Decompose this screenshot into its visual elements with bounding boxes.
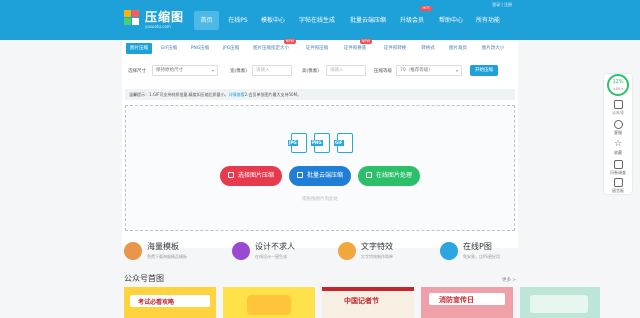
tip-text-a: 1.GIF可支持材质批量,精度如压缩后质量小。 [149,92,229,97]
new-badge: NEW [283,39,296,44]
tip-details-link[interactable]: 详情查看 [229,92,245,97]
height-label: 高(像素) [302,69,320,74]
tool-tabs: 图片压缩 GIF压缩 PNG压缩 JPG压缩 图片压缩指定大小 NEW 证件照压缩… [122,39,518,57]
headset-icon [613,120,623,129]
template-thumbnail[interactable]: 消防宣传日 [421,287,513,318]
tab-image-resize[interactable]: 图片改大小 [478,43,508,54]
top-navigation-bar: 压缩图 yasuotu.com 首页 在线PS 模板中心 字帖在线生成 批量云端… [0,0,640,40]
feature-title: 海量模板 [147,242,179,251]
nav-copybook[interactable]: 字帖在线生成 [295,11,339,30]
logo-domain: yasuotu.com [145,24,171,29]
nav-online-ps[interactable]: 在线PS [226,11,250,30]
feature-title: 文字特效 [361,242,393,251]
size-label: 选择尺寸 [128,69,146,74]
message-icon [613,178,623,187]
template-icon [124,242,142,260]
nav-batch-compress[interactable]: 批量云端压缩 [346,11,390,30]
online-image-edit-button[interactable]: 在线图片处理 [358,166,420,186]
image-icon [227,172,234,178]
chevron-down-icon: ▾ [455,68,458,73]
tab-id-photo-compress[interactable]: 证件照压缩 [302,43,332,54]
feature-desc: 免安装，比PS更好用 [463,254,500,259]
tab-jpg-compress[interactable]: JPG压缩 [218,43,244,54]
feature-title: 在线P图 [463,242,492,251]
text-effect-icon [338,242,356,260]
nav-all-features[interactable]: 所有功能 [473,11,503,30]
star-icon: ☆ [613,139,623,149]
feature-title: 设计不求人 [255,242,295,251]
png-file-icon: PNG [311,133,330,153]
feature-online-p[interactable]: 在线P图 免安装，比PS更好用 [440,240,530,264]
section-title: 公众号首图 [124,274,164,283]
qr-icon [613,100,623,109]
quality-select[interactable]: 70（推荐等级） ▾ [396,65,462,76]
side-item-survey[interactable]: 问卷调查 [604,160,632,176]
quality-label: 压缩等级 [374,69,392,74]
jpg-file-icon: JPG [288,133,307,153]
feature-design[interactable]: 设计不求人 在线设计一键生成 [232,240,332,264]
edit-icon [365,172,372,178]
tab-image-compress[interactable]: 图片压缩 [126,43,152,54]
photo-edit-icon [440,242,458,260]
logo-text: 压缩图 [145,10,185,24]
nav-help-center[interactable]: 帮助中心 [436,11,466,30]
cloud-icon [296,172,303,178]
tab-id-photo-background[interactable]: 证件照换底 NEW [340,39,372,54]
batch-cloud-compress-button[interactable]: 批量云端压缩 [289,166,351,186]
side-item-messages[interactable]: 留言板 [604,178,632,194]
start-compress-button[interactable]: 开始压缩 [470,65,498,76]
chevron-down-icon: ▾ [211,68,214,73]
side-item-support[interactable]: 客服 [604,120,632,136]
feature-desc: 文字特效制作简单 [361,254,393,259]
hot-badge: HOT [420,6,432,11]
template-thumbnail[interactable] [223,287,315,318]
logo-mark-icon [124,10,140,26]
feature-desc: 在线设计一键生成 [255,254,287,259]
feature-templates[interactable]: 海量模板 免费下载海量精品模板 [124,240,224,264]
feature-desc: 免费下载海量精品模板 [147,254,187,259]
login-register-link[interactable]: 登录 | 注册 [492,2,512,8]
tip-lead: 温馨提示： [129,92,149,97]
template-thumbnail[interactable]: 考试必看攻略 [124,287,216,318]
tab-image-crop[interactable]: 图片裁剪 [446,43,470,54]
tip-text-b: 2.会员单张图片最大支持50M。 [244,92,302,97]
tab-gif-compress[interactable]: GIF压缩 [156,43,182,54]
width-input[interactable]: 请输入 [252,65,292,76]
tab-compress-to-size[interactable]: 图片压缩指定大小 NEW [248,39,296,54]
speed-badge: 12% 4.8K/s [607,74,629,96]
tab-png-compress[interactable]: PNG压缩 [186,43,214,54]
survey-icon [613,160,623,169]
template-thumbnail[interactable]: 中国记者节 [322,287,414,318]
select-image-compress-button[interactable]: 选择图片压缩 [220,166,282,186]
height-input[interactable]: 请输入 [326,65,366,76]
nav-template-center[interactable]: 模板中心 [258,11,288,30]
feature-text-effects[interactable]: 文字特效 文字特效制作简单 [338,240,438,264]
tip-bar: 温馨提示：1.GIF可支持材质批量,精度如压缩后质量小。详情查看2.会员单张图片… [125,89,515,100]
drop-hint: 或拖拽图片到此处 [302,197,338,202]
tab-id-photo-convert[interactable]: 证件照转换 [380,43,410,54]
side-item-wechat[interactable]: 公众号 [604,100,632,116]
gif-file-icon: GIF [334,133,353,153]
new-badge: NEW [359,39,372,44]
size-select[interactable]: 保持原始尺寸 ▾ [152,65,218,76]
template-thumbnail[interactable] [520,287,600,318]
width-label: 宽(像素) [230,69,248,74]
tab-format-convert[interactable]: 转格式 [418,43,438,54]
nav-home[interactable]: 首页 [194,11,219,30]
design-icon [232,242,250,260]
nav-upgrade-vip[interactable]: 升级会员 HOT [398,6,432,30]
more-link[interactable]: 更多 > [502,277,516,283]
side-item-favorite[interactable]: ☆ 收藏 [604,140,632,156]
